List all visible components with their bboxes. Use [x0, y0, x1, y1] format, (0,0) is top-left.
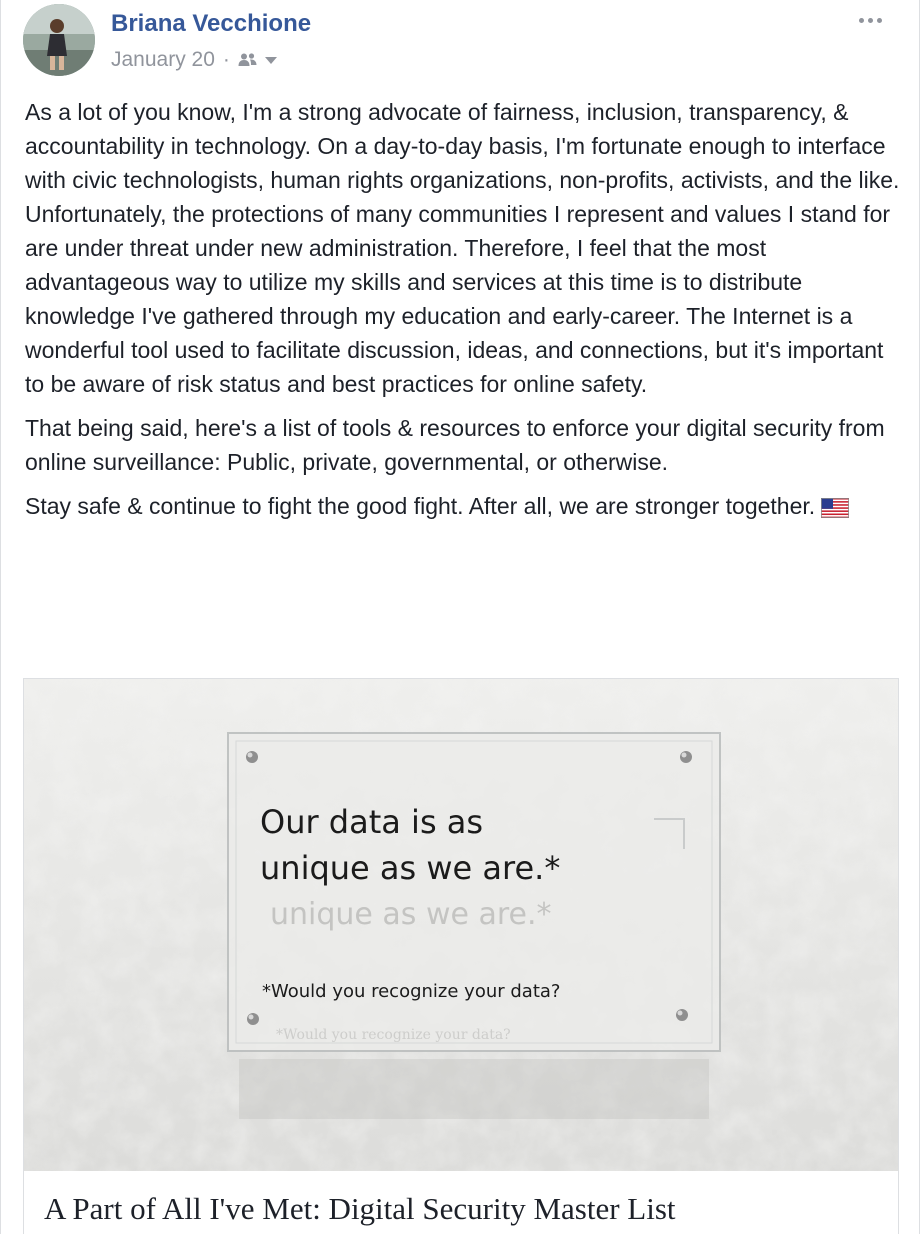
facebook-post: Briana Vecchione January 20 · As a lot o…	[0, 0, 920, 1234]
us-flag-icon	[821, 493, 850, 527]
more-dot	[876, 17, 882, 23]
sign-line-1: Our data is as	[260, 803, 484, 841]
post-meta: January 20 ·	[111, 48, 278, 72]
post-message: As a lot of you know, I'm a strong advoc…	[25, 95, 905, 537]
attachment-title[interactable]: A Part of All I've Met: Digital Security…	[44, 1191, 676, 1227]
meta-separator: ·	[222, 48, 230, 71]
sign-footnote: *Would you recognize your data?	[262, 981, 561, 1002]
post-paragraph-text: Stay safe & continue to fight the good f…	[25, 493, 816, 519]
post-paragraph: Stay safe & continue to fight the good f…	[25, 489, 905, 527]
sign-line-2: unique as we are.*	[260, 849, 561, 887]
sign-reflection: unique as we are.*	[270, 897, 552, 932]
post-header: Briana Vecchione January 20 ·	[23, 4, 903, 78]
post-date[interactable]: January 20	[111, 48, 215, 72]
sign-footnote-reflection: *Would you recognize your data?	[276, 1027, 511, 1043]
attachment-image[interactable]: Our data is as unique as we are.* unique…	[24, 679, 898, 1171]
avatar-image	[23, 4, 95, 76]
more-dot	[867, 17, 873, 23]
avatar[interactable]	[23, 4, 95, 76]
author-name[interactable]: Briana Vecchione	[111, 10, 311, 38]
chevron-down-icon[interactable]	[264, 55, 278, 65]
post-paragraph: That being said, here's a list of tools …	[25, 415, 885, 475]
post-paragraph: As a lot of you know, I'm a strong advoc…	[25, 99, 900, 397]
more-options-button[interactable]	[855, 12, 885, 28]
friends-icon[interactable]	[238, 52, 258, 68]
link-attachment[interactable]: Our data is as unique as we are.* unique…	[23, 678, 899, 1234]
more-dot	[858, 17, 864, 23]
